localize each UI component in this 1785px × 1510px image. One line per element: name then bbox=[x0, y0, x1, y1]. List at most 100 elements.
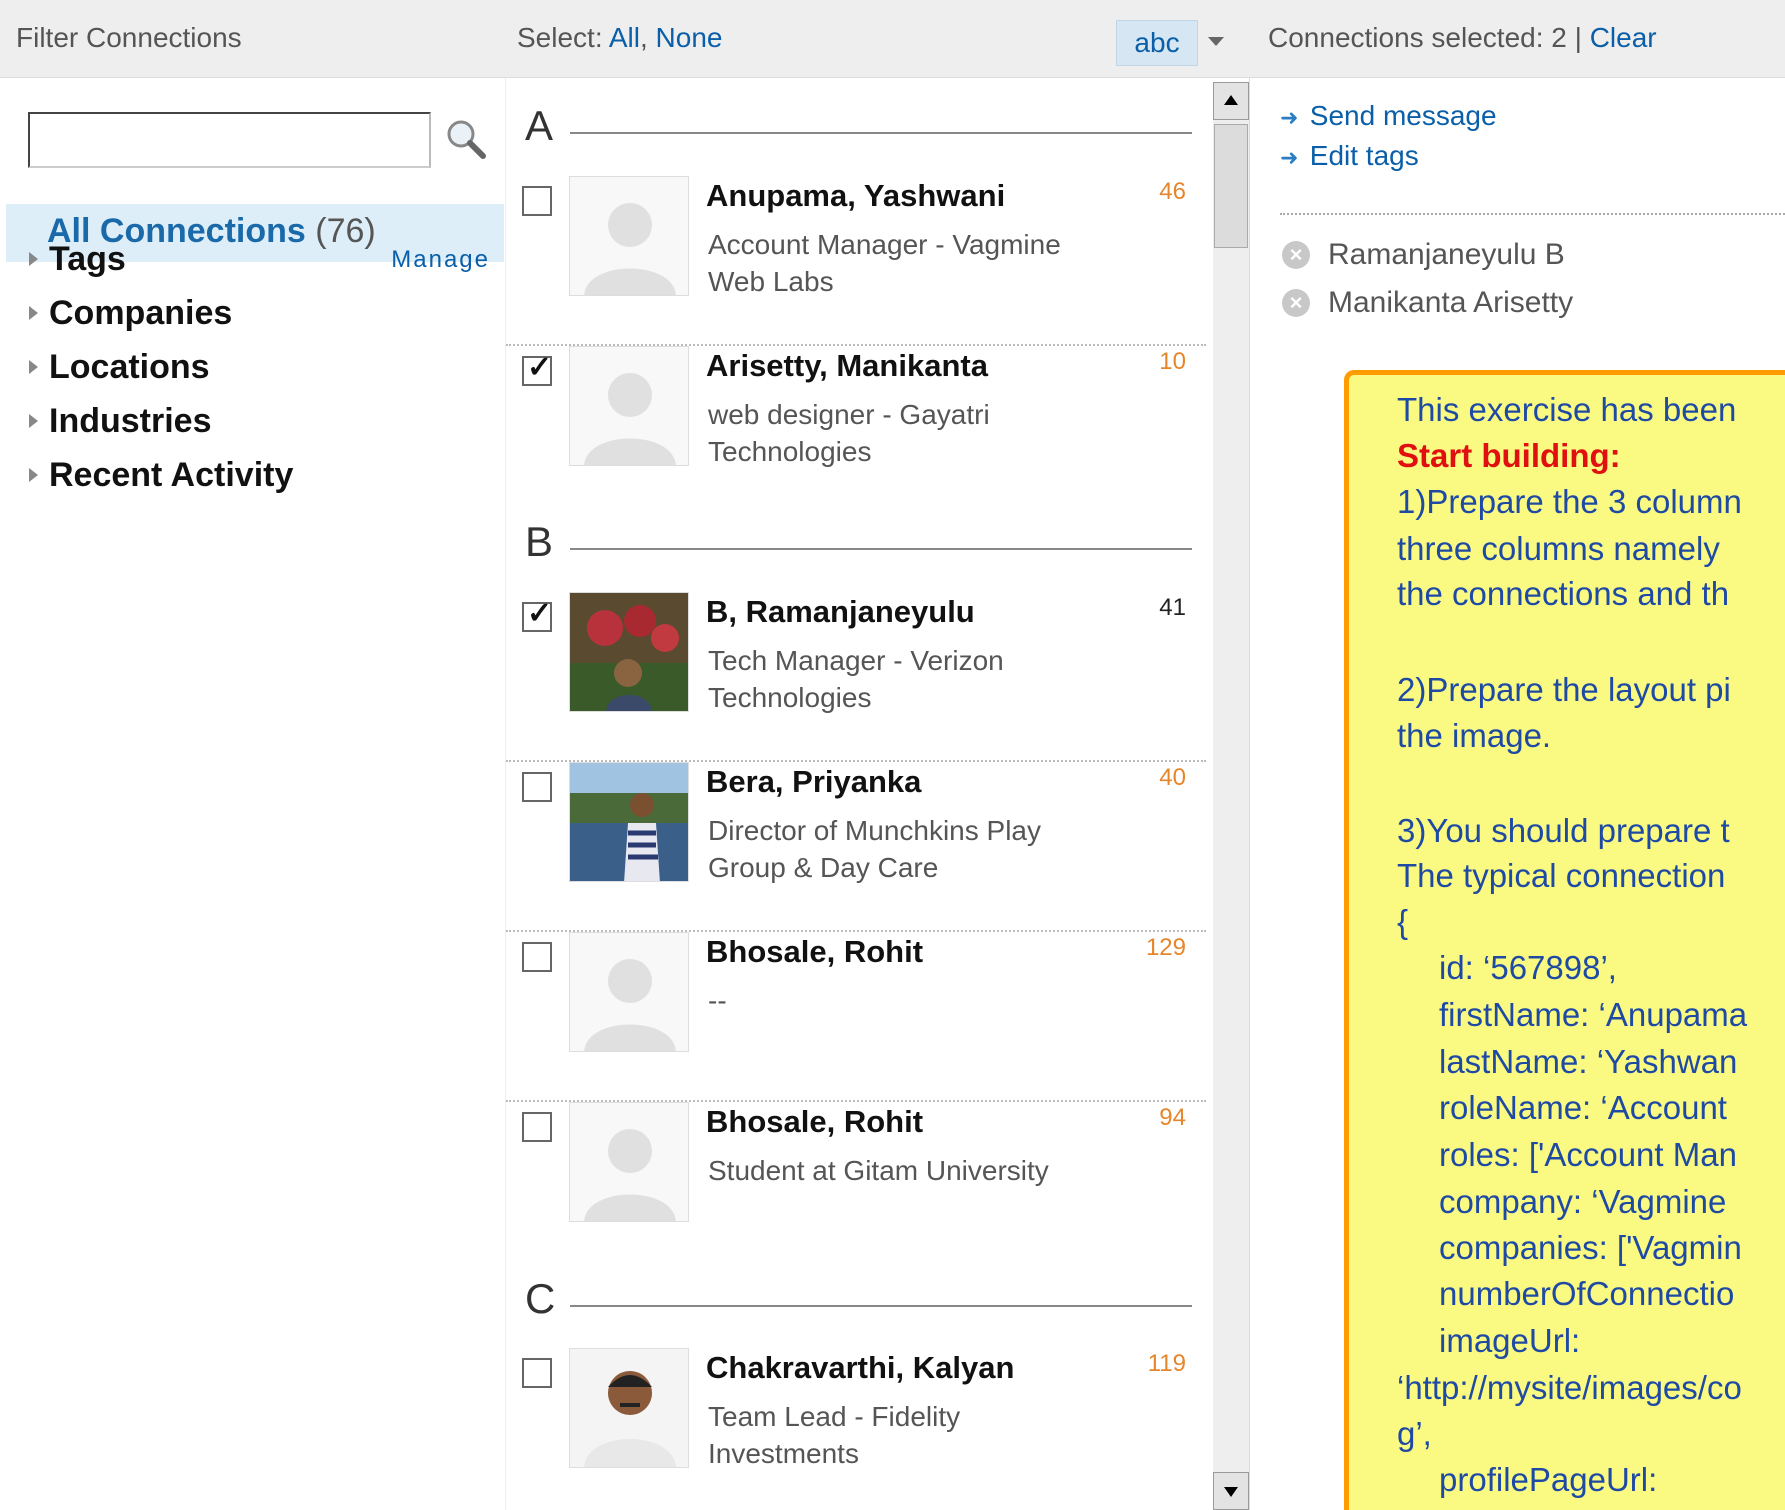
connection-description: web designer - Gayatri Technologies bbox=[708, 399, 990, 467]
sort-abc-button[interactable]: abc bbox=[1116, 20, 1198, 66]
connection-name[interactable]: Anupama, Yashwani bbox=[706, 178, 1005, 214]
arrow-down-icon bbox=[1224, 1487, 1238, 1497]
note-text: imageUrl: bbox=[1439, 1322, 1581, 1359]
scroll-up-button[interactable] bbox=[1213, 82, 1249, 120]
section-header-c: C bbox=[522, 1275, 1192, 1335]
connection-name[interactable]: Bera, Priyanka bbox=[706, 764, 921, 800]
select-checkbox[interactable] bbox=[522, 942, 552, 972]
note-text: g’, bbox=[1397, 1415, 1432, 1452]
avatar[interactable] bbox=[569, 346, 689, 466]
connection-name[interactable]: B, Ramanjaneyulu bbox=[706, 594, 975, 630]
nav-label-recent-activity: Recent Activity bbox=[49, 456, 294, 494]
profile-photo bbox=[570, 763, 688, 881]
connection-count: 41 bbox=[1159, 594, 1186, 621]
expand-arrow-icon[interactable] bbox=[29, 306, 38, 320]
section-divider bbox=[570, 1305, 1192, 1307]
list-item[interactable]: Chakravarthi, Kalyan 119 Team Lead - Fid… bbox=[506, 1348, 1206, 1510]
avatar[interactable] bbox=[569, 176, 689, 296]
arrow-up-icon bbox=[1224, 95, 1238, 105]
manage-tags-link[interactable]: Manage bbox=[391, 246, 490, 274]
connections-selected-status: Connections selected: 2 | Clear bbox=[1268, 22, 1657, 54]
connection-description: Account Manager - Vagmine Web Labs bbox=[708, 229, 1061, 297]
arrow-right-icon: ➜ bbox=[1280, 145, 1299, 170]
connection-name[interactable]: Arisetty, Manikanta bbox=[706, 348, 988, 384]
select-checkbox[interactable]: ✓ bbox=[522, 353, 552, 386]
note-heading: Start building: bbox=[1397, 437, 1621, 474]
sort-dropdown-arrow-icon[interactable] bbox=[1208, 37, 1224, 46]
section-divider bbox=[570, 132, 1192, 134]
send-message-link[interactable]: ➜ Send message bbox=[1280, 100, 1497, 132]
select-checkbox[interactable] bbox=[522, 1112, 552, 1142]
expand-arrow-icon[interactable] bbox=[29, 414, 38, 428]
note-text: lastName: ‘Yashwan bbox=[1439, 1043, 1738, 1080]
edit-tags-label: Edit tags bbox=[1309, 140, 1419, 171]
expand-arrow-icon[interactable] bbox=[29, 252, 38, 266]
list-item[interactable]: ✓ Arisetty, Manikanta 10 web designer - … bbox=[506, 346, 1206, 516]
section-letter: C bbox=[525, 1275, 556, 1322]
connection-description: -- bbox=[708, 985, 727, 1016]
list-item[interactable]: ✓ B, Ramanjaneyulu 41 Tech Manager - Ver… bbox=[506, 592, 1206, 762]
list-item[interactable]: Anupama, Yashwani 46 Account Manager - V… bbox=[506, 176, 1206, 346]
list-item[interactable]: Bhosale, Rohit 129 -- bbox=[506, 932, 1206, 1102]
nav-item-industries[interactable]: Industries bbox=[24, 398, 494, 448]
nav-label-tags: Tags bbox=[49, 240, 126, 278]
search-input[interactable] bbox=[28, 112, 431, 168]
nav-item-locations[interactable]: Locations bbox=[24, 344, 494, 394]
select-checkbox[interactable] bbox=[522, 1358, 552, 1388]
nav-label-locations: Locations bbox=[49, 348, 210, 386]
note-text: 1)Prepare the 3 column bbox=[1397, 483, 1742, 520]
remove-icon[interactable]: × bbox=[1282, 289, 1310, 317]
select-checkbox[interactable]: ✓ bbox=[522, 599, 552, 632]
section-divider bbox=[570, 548, 1192, 550]
section-letter: A bbox=[525, 102, 554, 149]
clear-selection-link[interactable]: Clear bbox=[1590, 22, 1657, 53]
scroll-thumb[interactable] bbox=[1214, 124, 1248, 248]
select-checkbox[interactable] bbox=[522, 186, 552, 216]
note-text: roleName: ‘Account bbox=[1439, 1089, 1727, 1126]
selected-connection-item: × Ramanjaneyulu B bbox=[1282, 238, 1565, 272]
nav-item-recent-activity[interactable]: Recent Activity bbox=[24, 452, 494, 502]
expand-arrow-icon[interactable] bbox=[29, 360, 38, 374]
select-checkbox[interactable] bbox=[522, 772, 552, 802]
avatar[interactable] bbox=[569, 592, 689, 712]
list-scrollbar[interactable] bbox=[1213, 82, 1249, 1510]
note-text: the image. bbox=[1397, 717, 1552, 754]
connection-name[interactable]: Bhosale, Rohit bbox=[706, 934, 923, 970]
connection-description: Director of Munchkins Play Group & Day C… bbox=[708, 815, 1042, 883]
avatar[interactable] bbox=[569, 1102, 689, 1222]
note-text: 3)You should prepare t bbox=[1397, 812, 1730, 849]
select-none-link[interactable]: None bbox=[656, 22, 723, 53]
avatar[interactable] bbox=[569, 932, 689, 1052]
nav-label-companies: Companies bbox=[49, 294, 233, 332]
search-icon[interactable] bbox=[443, 116, 489, 162]
exercise-note: This exercise has been Start building: 1… bbox=[1344, 370, 1785, 1510]
note-text: roles: ['Account Man bbox=[1439, 1136, 1737, 1173]
filter-panel: All Connections (76) Tags Manage Compani… bbox=[6, 82, 504, 1510]
connection-count: 119 bbox=[1147, 1350, 1186, 1377]
default-person-icon bbox=[584, 1129, 676, 1221]
select-controls: Select: All, None bbox=[517, 22, 722, 54]
divider bbox=[1280, 213, 1785, 215]
select-label: Select: bbox=[517, 22, 603, 53]
select-all-link[interactable]: All bbox=[609, 22, 640, 53]
selected-connection-item: × Manikanta Arisetty bbox=[1282, 286, 1573, 320]
connections-list: A Anupama, Yashwani 46 Account Manager -… bbox=[505, 78, 1250, 1510]
note-text: companies: ['Vagmin bbox=[1439, 1229, 1742, 1266]
remove-icon[interactable]: × bbox=[1282, 241, 1310, 269]
default-person-icon bbox=[584, 373, 676, 465]
connection-name[interactable]: Bhosale, Rohit bbox=[706, 1104, 923, 1140]
list-item[interactable]: Bhosale, Rohit 94 Student at Gitam Unive… bbox=[506, 1102, 1206, 1272]
note-text: This exercise has been bbox=[1397, 391, 1737, 428]
avatar[interactable] bbox=[569, 762, 689, 882]
profile-photo bbox=[570, 1349, 688, 1467]
avatar[interactable] bbox=[569, 1348, 689, 1468]
nav-item-companies[interactable]: Companies bbox=[24, 290, 494, 340]
profile-photo bbox=[570, 593, 688, 711]
scroll-down-button[interactable] bbox=[1213, 1472, 1249, 1510]
connection-description: Student at Gitam University bbox=[708, 1155, 1049, 1186]
list-item[interactable]: Bera, Priyanka 40 Director of Munchkins … bbox=[506, 762, 1206, 932]
edit-tags-link[interactable]: ➜ Edit tags bbox=[1280, 140, 1419, 172]
nav-item-tags[interactable]: Tags Manage bbox=[24, 236, 494, 286]
expand-arrow-icon[interactable] bbox=[29, 468, 38, 482]
connection-name[interactable]: Chakravarthi, Kalyan bbox=[706, 1350, 1014, 1386]
